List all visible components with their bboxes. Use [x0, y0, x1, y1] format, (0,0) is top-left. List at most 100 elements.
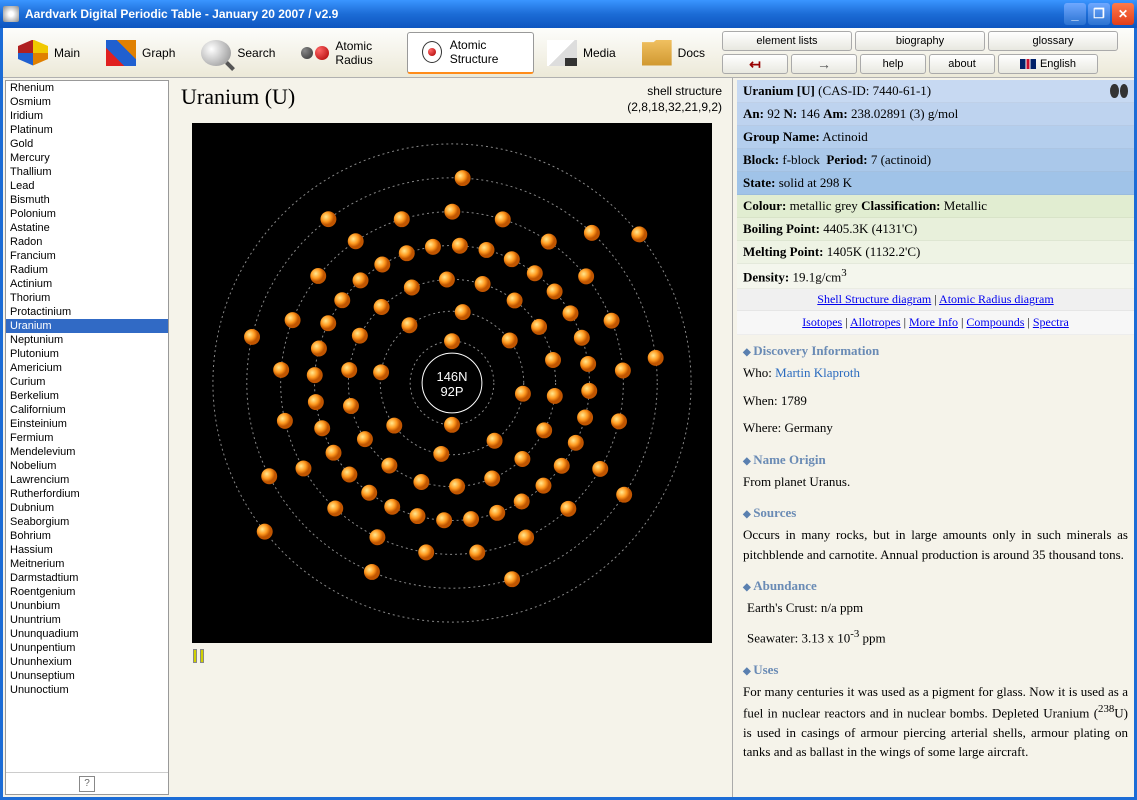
element-list-item[interactable]: Curium [6, 375, 168, 389]
element-list-item[interactable]: Ununseptium [6, 669, 168, 683]
element-list-item[interactable]: Californium [6, 403, 168, 417]
link-spectra[interactable]: Spectra [1033, 315, 1069, 329]
element-list-item[interactable]: Darmstadtium [6, 571, 168, 585]
element-list-item[interactable]: Thallium [6, 165, 168, 179]
element-list-item[interactable]: Roentgenium [6, 585, 168, 599]
element-list-item[interactable]: Radon [6, 235, 168, 249]
element-list-item[interactable]: Berkelium [6, 389, 168, 403]
tab-radius[interactable]: Atomic Radius [288, 32, 406, 74]
link-compounds[interactable]: Compounds [966, 315, 1024, 329]
help-icon[interactable]: ? [79, 776, 95, 792]
element-list-item[interactable]: Rhenium [6, 81, 168, 95]
atom-diagram: 146N92P [192, 123, 712, 643]
element-list-item[interactable]: Bohrium [6, 529, 168, 543]
svg-text:92P: 92P [440, 384, 463, 399]
element-list-item[interactable]: Astatine [6, 221, 168, 235]
element-list-item[interactable]: Ununpentium [6, 641, 168, 655]
element-list-item[interactable]: Radium [6, 263, 168, 277]
section-uses: Uses [743, 662, 778, 677]
cubes-icon [18, 40, 48, 66]
svg-text:146N: 146N [436, 369, 467, 384]
element-list-item[interactable]: Nobelium [6, 459, 168, 473]
biography-button[interactable]: biography [855, 31, 985, 51]
minimize-button[interactable]: _ [1064, 3, 1086, 25]
element-list-item[interactable]: Ununquadium [6, 627, 168, 641]
close-button[interactable]: ✕ [1112, 3, 1134, 25]
element-list-item[interactable]: Iridium [6, 109, 168, 123]
tab-graph[interactable]: Graph [93, 32, 188, 74]
link-more-info[interactable]: More Info [909, 315, 958, 329]
element-list-item[interactable]: Fermium [6, 431, 168, 445]
main-toolbar: Main Graph Search Atomic Radius Atomic S… [3, 28, 1134, 78]
element-list-item[interactable]: Lead [6, 179, 168, 193]
element-list-item[interactable]: Ununtrium [6, 613, 168, 627]
section-origin: Name Origin [743, 452, 826, 467]
element-list-item[interactable]: Actinium [6, 277, 168, 291]
section-discovery: Discovery Information [743, 343, 879, 358]
link-radius-diagram[interactable]: Atomic Radius diagram [939, 292, 1054, 306]
element-list-item[interactable]: Hassium [6, 543, 168, 557]
element-lists-button[interactable]: element lists [722, 31, 852, 51]
element-list-item[interactable]: Seaborgium [6, 515, 168, 529]
element-list-item[interactable]: Plutonium [6, 347, 168, 361]
nav-back-button[interactable]: ↤ [722, 54, 788, 74]
search-icon [201, 40, 231, 66]
info-panel: Uranium [U] (CAS-ID: 7440-61-1) An: 92 N… [732, 78, 1134, 797]
nav-forward-button[interactable]: → [791, 54, 857, 74]
tab-structure[interactable]: Atomic Structure [407, 32, 534, 74]
app-icon [3, 6, 19, 22]
back-arrow-icon: ↤ [749, 56, 761, 73]
section-abundance: Abundance [743, 578, 817, 593]
element-list-item[interactable]: Osmium [6, 95, 168, 109]
element-list-item[interactable]: Meitnerium [6, 557, 168, 571]
element-list-item[interactable]: Americium [6, 361, 168, 375]
element-list-item[interactable]: Francium [6, 249, 168, 263]
info-header: Uranium [U] [743, 83, 815, 98]
element-list-item[interactable]: Ununoctium [6, 683, 168, 697]
element-title: Uranium (U) [181, 84, 295, 110]
uk-flag-icon [1020, 59, 1036, 69]
forward-arrow-icon: → [817, 56, 831, 72]
element-list-item[interactable]: Mendelevium [6, 445, 168, 459]
tab-search[interactable]: Search [188, 32, 288, 74]
element-list-item[interactable]: Ununhexium [6, 655, 168, 669]
maximize-button[interactable]: ❐ [1088, 3, 1110, 25]
element-list-item[interactable]: Mercury [6, 151, 168, 165]
element-list-item[interactable]: Polonium [6, 207, 168, 221]
element-list-panel: RheniumOsmiumIridiumPlatinumGoldMercuryT… [5, 80, 169, 795]
element-list-item[interactable]: Platinum [6, 123, 168, 137]
discoverer-link[interactable]: Martin Klaproth [775, 365, 860, 380]
binoculars-icon[interactable] [1110, 84, 1128, 98]
docs-icon [642, 40, 672, 66]
element-list[interactable]: RheniumOsmiumIridiumPlatinumGoldMercuryT… [6, 81, 168, 772]
element-list-item[interactable]: Thorium [6, 291, 168, 305]
section-sources: Sources [743, 505, 796, 520]
element-list-item[interactable]: Protactinium [6, 305, 168, 319]
element-list-item[interactable]: Uranium [6, 319, 168, 333]
tab-docs[interactable]: Docs [629, 32, 718, 74]
atom-icon [420, 39, 444, 65]
element-list-item[interactable]: Ununbium [6, 599, 168, 613]
structure-panel: Uranium (U) shell structure (2,8,18,32,2… [171, 78, 732, 797]
pause-button[interactable] [193, 649, 207, 663]
media-icon [547, 40, 577, 66]
about-button[interactable]: about [929, 54, 995, 74]
help-button[interactable]: help [860, 54, 926, 74]
element-list-item[interactable]: Bismuth [6, 193, 168, 207]
language-button[interactable]: English [998, 54, 1098, 74]
tab-main[interactable]: Main [5, 32, 93, 74]
shell-meta: shell structure (2,8,18,32,21,9,2) [627, 84, 722, 115]
element-list-item[interactable]: Gold [6, 137, 168, 151]
graph-icon [106, 40, 136, 66]
radius-icon [301, 40, 329, 66]
glossary-button[interactable]: glossary [988, 31, 1118, 51]
link-allotropes[interactable]: Allotropes [850, 315, 901, 329]
element-list-item[interactable]: Dubnium [6, 501, 168, 515]
element-list-item[interactable]: Einsteinium [6, 417, 168, 431]
link-shell-diagram[interactable]: Shell Structure diagram [817, 292, 931, 306]
element-list-item[interactable]: Rutherfordium [6, 487, 168, 501]
element-list-item[interactable]: Neptunium [6, 333, 168, 347]
link-isotopes[interactable]: Isotopes [802, 315, 842, 329]
tab-media[interactable]: Media [534, 32, 629, 74]
element-list-item[interactable]: Lawrencium [6, 473, 168, 487]
